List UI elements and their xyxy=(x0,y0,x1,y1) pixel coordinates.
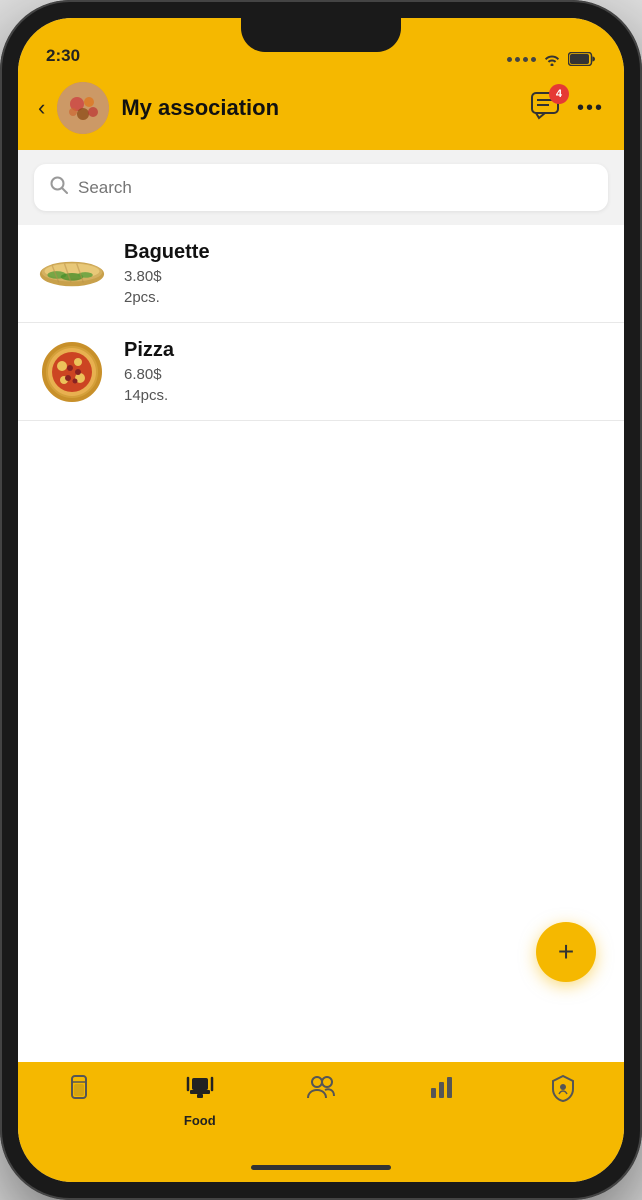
item-count: 2pcs. xyxy=(124,289,210,306)
nav-item-people[interactable] xyxy=(260,1074,381,1111)
avatar xyxy=(57,82,109,134)
content-area: Baguette 3.80$ 2pcs. xyxy=(18,150,624,1062)
nav-label-food: Food xyxy=(184,1113,216,1128)
wifi-icon xyxy=(542,52,562,66)
nav-item-stats[interactable] xyxy=(382,1074,503,1111)
search-icon xyxy=(50,176,68,199)
chat-badge: 4 xyxy=(549,84,569,104)
search-input[interactable] xyxy=(78,178,592,198)
nav-item-account[interactable] xyxy=(503,1074,624,1113)
battery-icon xyxy=(568,52,596,66)
notch xyxy=(241,18,401,52)
people-icon xyxy=(306,1074,336,1107)
nav-item-food[interactable]: Food xyxy=(139,1074,260,1128)
header-left: ‹ My association xyxy=(38,82,279,134)
food-icon xyxy=(186,1074,214,1109)
nav-item-drink[interactable] xyxy=(18,1074,139,1113)
drink-icon xyxy=(66,1074,92,1109)
item-info: Baguette 3.80$ 2pcs. xyxy=(124,241,210,306)
list-item[interactable]: Baguette 3.80$ 2pcs. xyxy=(18,225,624,323)
chat-button[interactable]: 4 xyxy=(531,92,561,125)
avatar-image xyxy=(57,82,109,134)
baguette-svg xyxy=(38,255,106,293)
pizza-image xyxy=(38,346,106,398)
item-price: 3.80$ xyxy=(124,268,210,285)
item-info: Pizza 6.80$ 14pcs. xyxy=(124,339,174,404)
baguette-image xyxy=(38,248,106,300)
bottom-nav: Food xyxy=(18,1062,624,1152)
item-price: 6.80$ xyxy=(124,366,174,383)
plus-icon: + xyxy=(558,936,574,968)
signal-icon xyxy=(507,57,536,62)
search-box xyxy=(34,164,608,211)
stats-icon xyxy=(429,1074,455,1107)
item-name: Baguette xyxy=(124,241,210,264)
more-button[interactable]: ••• xyxy=(577,97,604,120)
item-count: 14pcs. xyxy=(124,387,174,404)
add-button[interactable]: + xyxy=(536,922,596,982)
status-time: 2:30 xyxy=(46,46,80,66)
item-list: Baguette 3.80$ 2pcs. xyxy=(18,225,624,1062)
header: ‹ My association xyxy=(18,72,624,150)
back-button[interactable]: ‹ xyxy=(38,95,45,121)
search-container xyxy=(18,150,624,225)
home-indicator xyxy=(18,1152,624,1182)
phone-screen: 2:30 ‹ xyxy=(18,18,624,1182)
list-item[interactable]: Pizza 6.80$ 14pcs. xyxy=(18,323,624,421)
item-name: Pizza xyxy=(124,339,174,362)
home-bar xyxy=(251,1165,391,1170)
header-title: My association xyxy=(121,95,279,121)
phone-frame: 2:30 ‹ xyxy=(0,0,642,1200)
status-icons xyxy=(507,52,596,66)
pizza-svg xyxy=(42,342,102,402)
account-icon xyxy=(550,1074,576,1109)
header-right: 4 ••• xyxy=(531,92,604,125)
